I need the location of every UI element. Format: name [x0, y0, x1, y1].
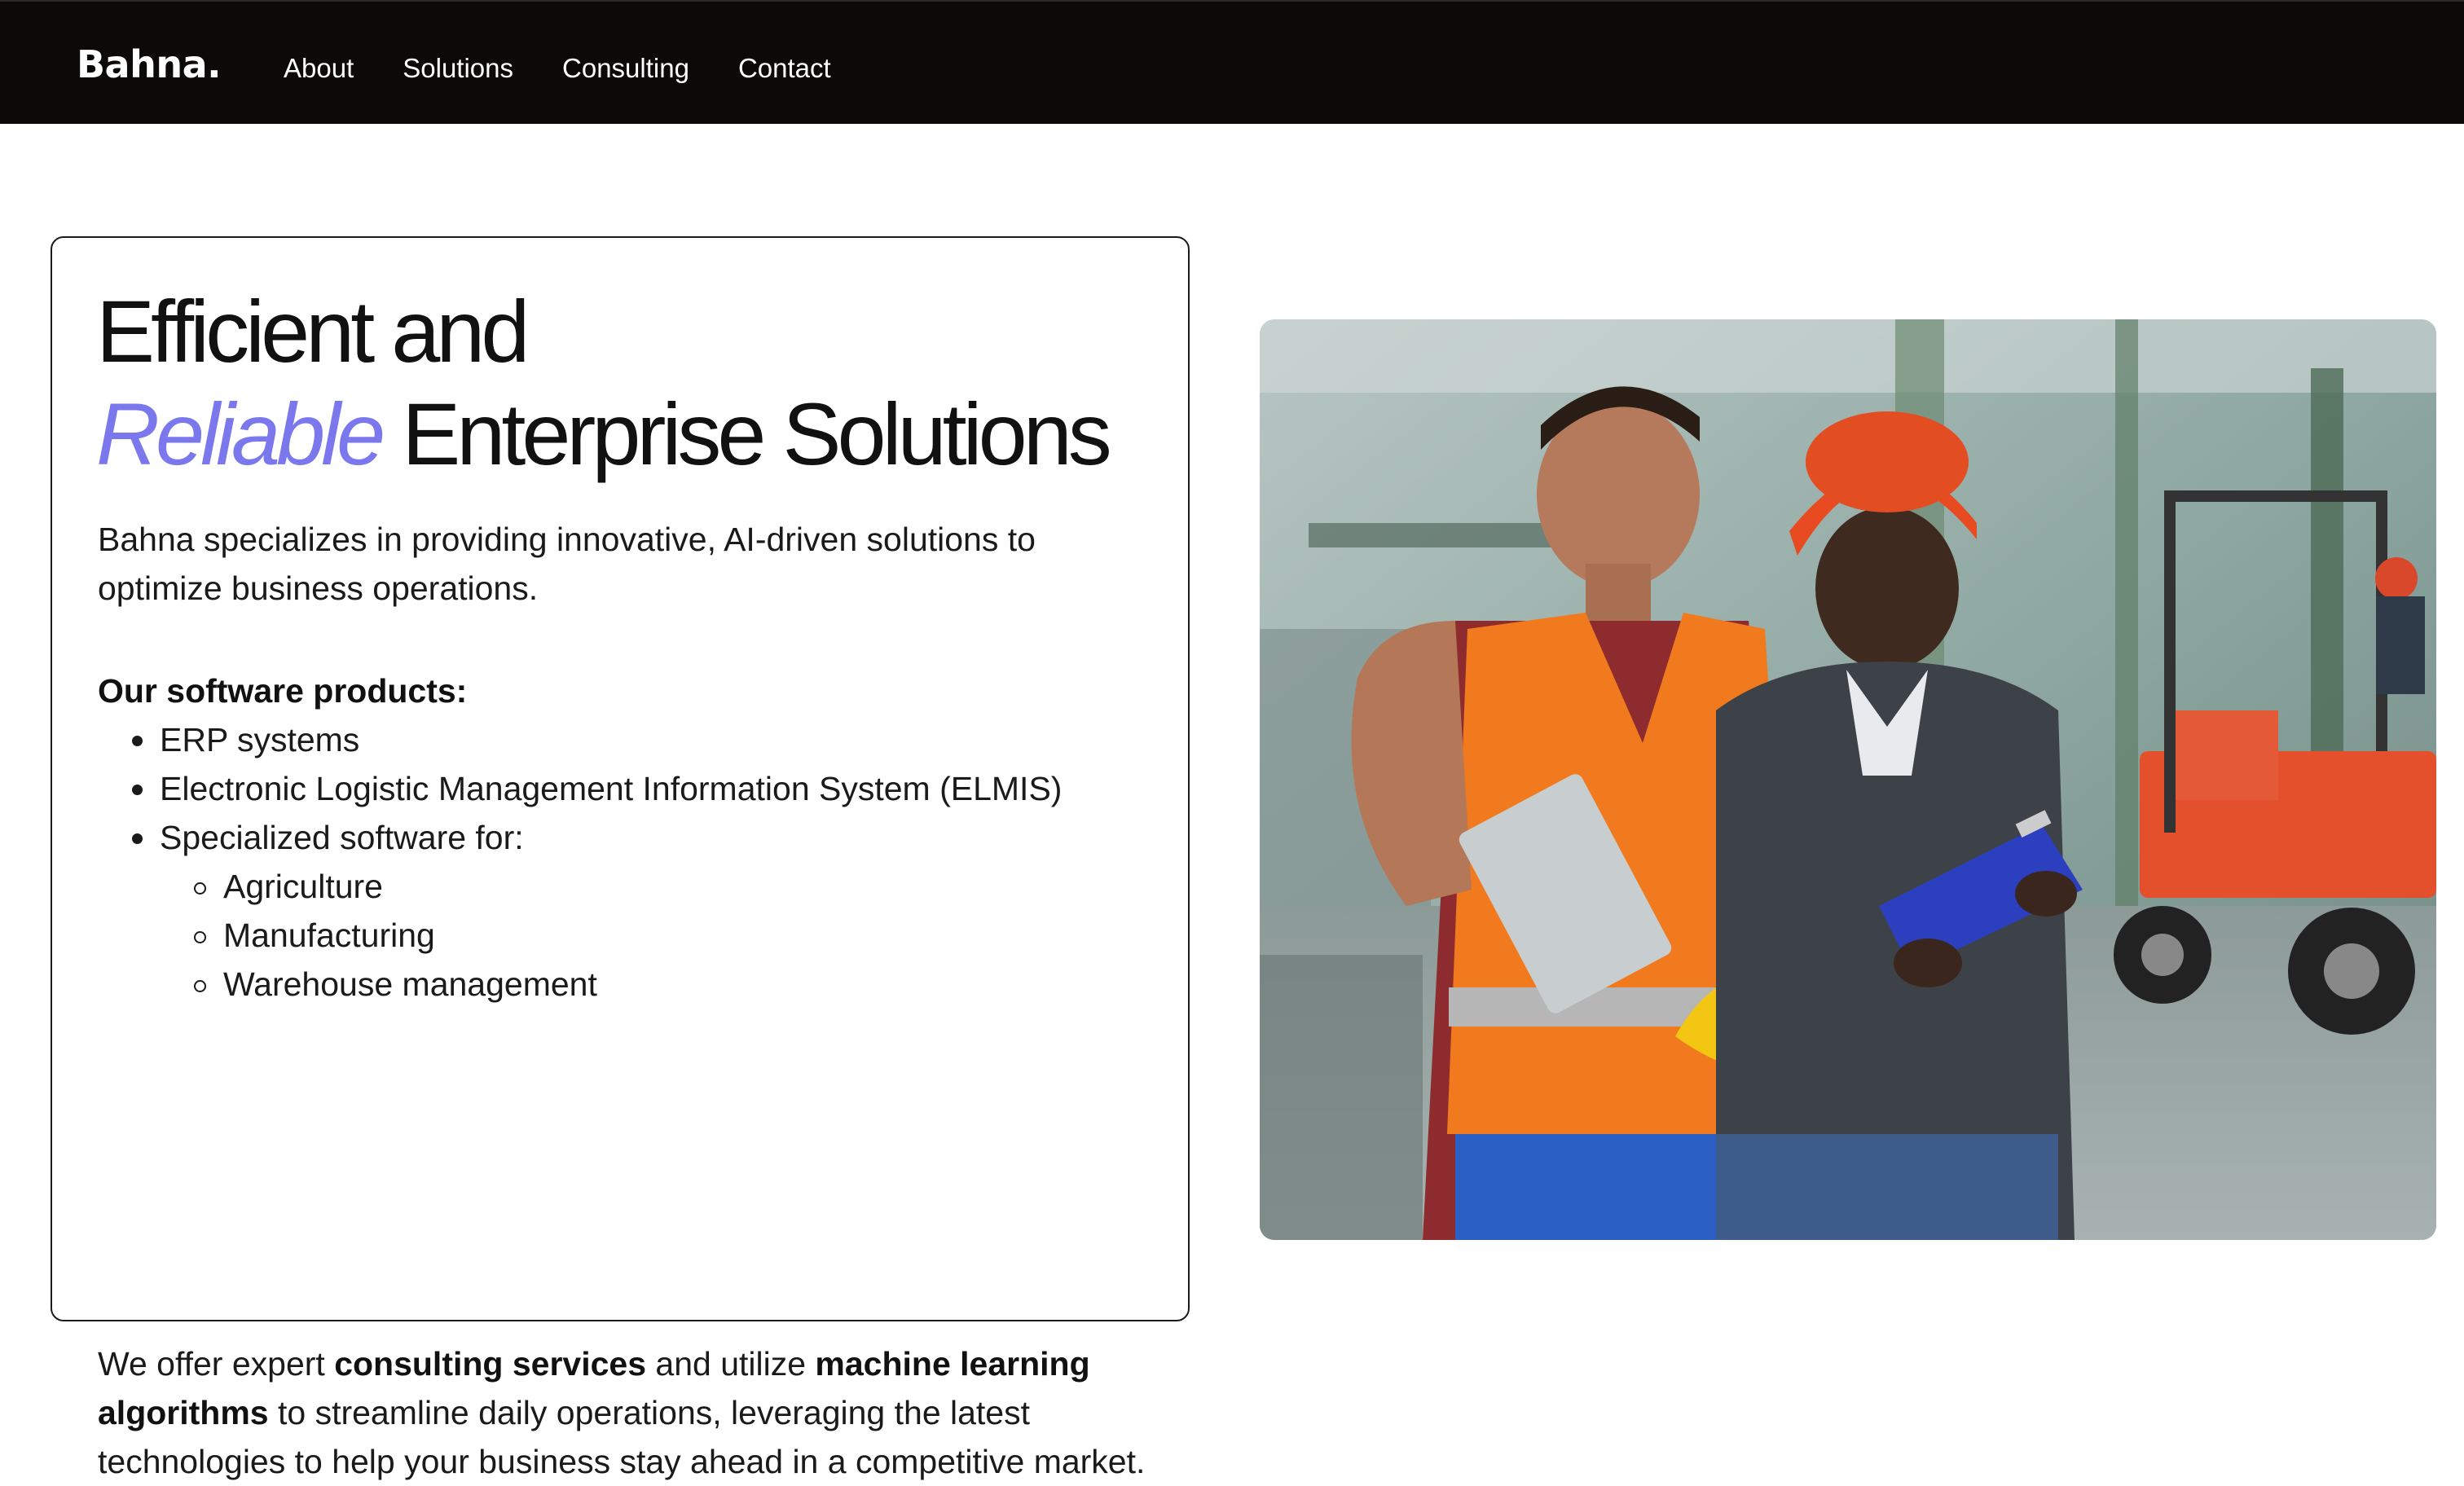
- top-navigation-bar: Bahna. About Solutions Consulting Contac…: [0, 0, 2464, 124]
- list-item: Manufacturing: [98, 911, 1149, 960]
- product-erp: ERP systems: [160, 721, 360, 758]
- list-item: Electronic Logistic Management Informati…: [98, 764, 1149, 813]
- headline-accent-word: Reliable: [96, 385, 385, 483]
- nav-link-solutions[interactable]: Solutions: [403, 52, 513, 85]
- hero-card: Efficient and Reliable Enterprise Soluti…: [51, 236, 1190, 1480]
- list-item: Specialized software for:: [98, 813, 1149, 862]
- hero-headline: Efficient and Reliable Enterprise Soluti…: [96, 280, 1172, 486]
- outro-text-2: and utilize: [646, 1345, 816, 1383]
- nav-link-about[interactable]: About: [284, 52, 354, 85]
- bullet-icon: [132, 785, 143, 795]
- bullet-icon: [132, 736, 143, 746]
- product-elmis: Electronic Logistic Management Informati…: [160, 770, 1063, 807]
- product-specialized: Specialized software for:: [160, 819, 524, 856]
- list-item: Warehouse management: [98, 960, 1149, 1009]
- specialized-warehouse: Warehouse management: [223, 965, 597, 1003]
- main-nav: About Solutions Consulting Contact: [284, 52, 880, 85]
- products-heading: Our software products:: [98, 672, 468, 710]
- hollow-bullet-icon: [194, 882, 206, 895]
- intro-paragraph: Bahna specializes in providing innovativ…: [98, 521, 1036, 607]
- outro-text-1: We offer expert: [98, 1345, 335, 1383]
- bullet-icon: [132, 833, 143, 844]
- headline-rest: Enterprise Solutions: [381, 385, 1112, 483]
- nav-link-consulting[interactable]: Consulting: [562, 52, 689, 85]
- brand-logo[interactable]: Bahna.: [77, 42, 222, 86]
- factory-workers-photo: [1260, 319, 2436, 1240]
- outro-bold-consulting: consulting services: [334, 1345, 647, 1383]
- hollow-bullet-icon: [194, 931, 206, 943]
- specialized-manufacturing: Manufacturing: [223, 917, 435, 954]
- nav-link-contact[interactable]: Contact: [738, 52, 831, 85]
- specialized-agriculture: Agriculture: [223, 868, 383, 905]
- outro-paragraph: We offer expert consulting services and …: [98, 1339, 1149, 1486]
- hollow-bullet-icon: [194, 980, 206, 992]
- list-item: Agriculture: [98, 862, 1149, 911]
- products-list: ERP systems Electronic Logistic Manageme…: [98, 715, 1149, 1009]
- headline-line-1: Efficient and: [96, 282, 530, 380]
- list-item: ERP systems: [98, 715, 1149, 764]
